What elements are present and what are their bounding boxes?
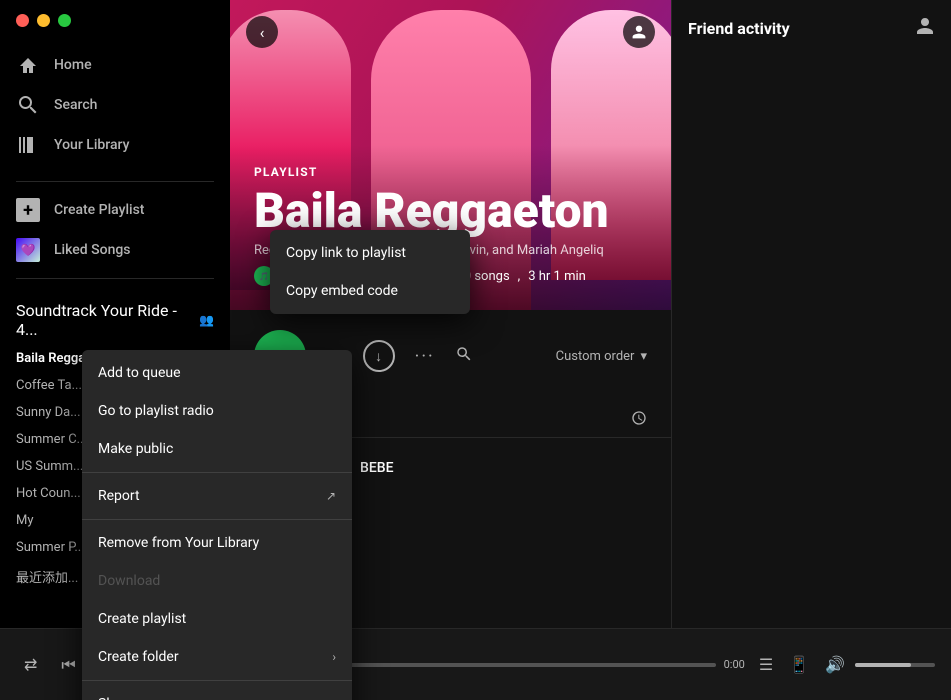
download-label: Download [98,573,160,589]
menu-download: Download [82,562,352,600]
menu-create-folder[interactable]: Create folder › [82,638,352,676]
share-label: Share [98,696,134,700]
go-to-radio-label: Go to playlist radio [98,403,214,419]
copy-link-item[interactable]: Copy link to playlist [270,234,470,272]
menu-create-playlist[interactable]: Create playlist [82,600,352,638]
add-to-queue-label: Add to queue [98,365,181,381]
copy-link-label: Copy link to playlist [286,245,406,261]
context-menu-overlay[interactable]: Add to queue Go to playlist radio Make p… [0,0,951,700]
create-playlist-label: Create playlist [98,611,186,627]
remove-library-label: Remove from Your Library [98,535,259,551]
menu-make-public[interactable]: Make public [82,430,352,468]
share-submenu: Copy link to playlist Copy embed code [270,230,470,314]
separator-1 [82,472,352,473]
make-public-label: Make public [98,441,173,457]
external-link-icon: ↗ [326,489,336,503]
menu-report[interactable]: Report ↗ [82,477,352,515]
menu-remove-library[interactable]: Remove from Your Library [82,524,352,562]
report-label: Report [98,488,140,504]
copy-embed-item[interactable]: Copy embed code [270,272,470,310]
submenu-arrow-icon: › [332,650,336,664]
separator-2 [82,519,352,520]
copy-embed-label: Copy embed code [286,283,398,299]
menu-share[interactable]: Share › [82,685,352,700]
menu-add-to-queue[interactable]: Add to queue [82,354,352,392]
separator-3 [82,680,352,681]
menu-go-to-radio[interactable]: Go to playlist radio [82,392,352,430]
create-folder-label: Create folder [98,649,179,665]
context-menu: Add to queue Go to playlist radio Make p… [82,350,352,700]
